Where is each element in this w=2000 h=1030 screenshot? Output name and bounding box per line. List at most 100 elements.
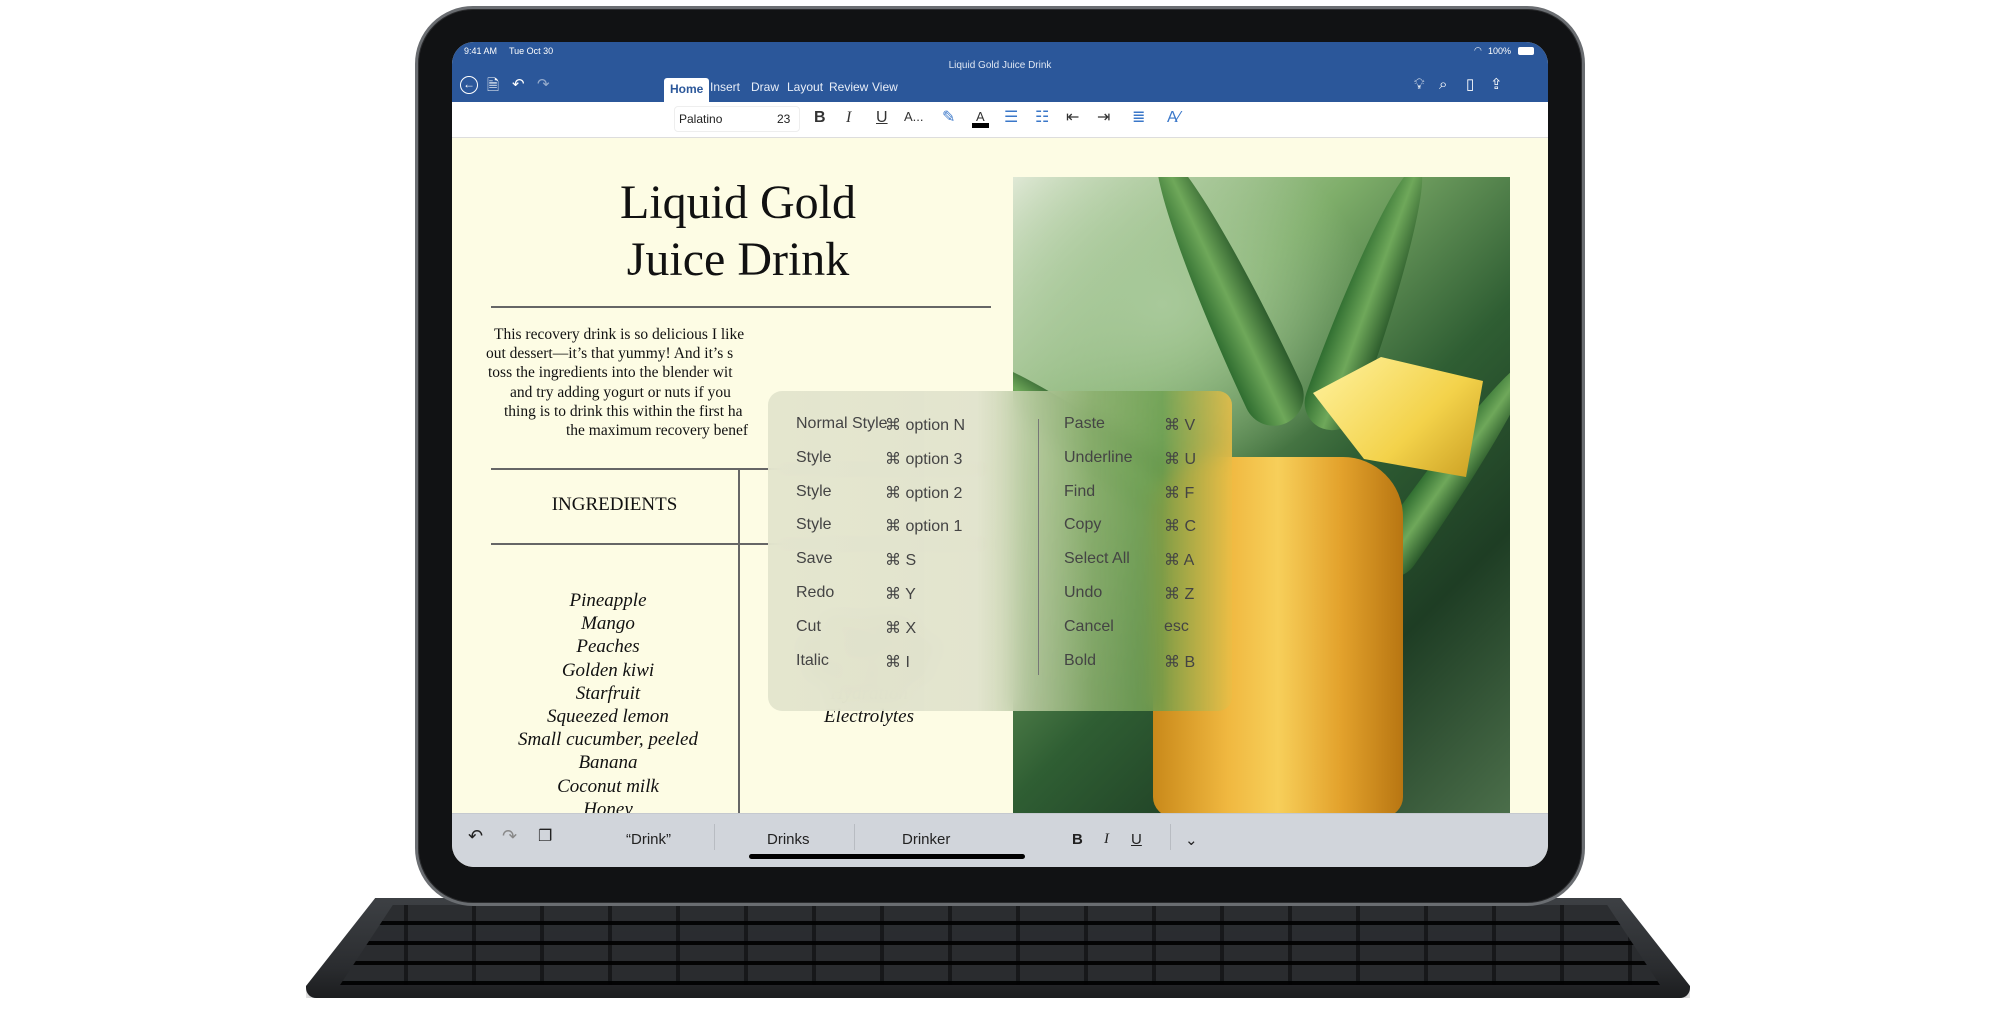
title-line: Liquid Gold — [620, 176, 856, 229]
ingredients-heading: INGREDIENTS — [551, 494, 678, 515]
ipad-screen: 9:41 AM Tue Oct 30 ◠ 100% Liquid Gold Ju… — [452, 42, 1548, 867]
file-icon[interactable]: 🗎 — [487, 78, 499, 93]
text-effects-button[interactable]: A... — [904, 110, 924, 123]
font-size[interactable]: 23 — [777, 112, 790, 126]
suggestion[interactable]: Drinker — [902, 831, 950, 848]
undo-icon[interactable]: ↶ — [468, 826, 483, 847]
wifi-icon: ◠ — [1474, 45, 1482, 55]
shortcut-keys: ⌘ Y — [885, 586, 916, 603]
font-picker[interactable]: Palatino 23 — [674, 106, 800, 132]
shortcut-keys: ⌘ option 2 — [885, 484, 963, 502]
tab-home[interactable]: Home — [664, 78, 710, 102]
shortcut-label: Style — [796, 482, 832, 500]
highlighter-icon[interactable]: ✎ — [942, 110, 955, 126]
ingredient-item: Banana — [578, 752, 638, 774]
ribbon-toolbar: Palatino 23 B I U A... ✎ A ☰ ☷ ⇤ ⇥ ≣ A⁄ — [452, 102, 1548, 138]
separator — [854, 824, 855, 850]
battery-icon — [1518, 47, 1534, 55]
shortcut-keys: ⌘ Z — [1164, 586, 1195, 603]
paragraph-line: toss the ingredients into the blender wi… — [488, 364, 733, 381]
shortcut-label: Redo — [796, 584, 835, 601]
redo-icon[interactable]: ↷ — [537, 77, 550, 92]
styles-icon[interactable]: A⁄ — [1167, 110, 1180, 126]
column-divider — [1038, 419, 1039, 675]
font-color-button[interactable]: A — [972, 110, 989, 128]
ingredient-item: Small cucumber, peeled — [518, 729, 698, 751]
undo-icon[interactable]: ↶ — [512, 77, 525, 92]
shortcut-label: Italic — [796, 651, 829, 669]
shortcut-label: Paste — [1064, 415, 1105, 432]
increase-indent-icon[interactable]: ⇥ — [1097, 110, 1110, 126]
tab-insert[interactable]: Insert — [710, 80, 740, 94]
suggestion[interactable]: Drinks — [767, 831, 810, 848]
shortcut-keys: ⌘ S — [885, 552, 917, 570]
font-name[interactable]: Palatino — [679, 112, 722, 126]
shortcut-bar: ↶ ↷ ❐ “Drink” Drinks Drinker B I U ⌄ — [452, 813, 1548, 867]
tab-layout[interactable]: Layout — [787, 80, 823, 94]
paragraph-line: This recovery drink is so delicious I li… — [494, 326, 745, 343]
tab-review[interactable]: Review — [829, 80, 868, 94]
shortcut-label: Cancel — [1064, 617, 1114, 635]
chevron-down-icon[interactable]: ⌄ — [1185, 831, 1198, 849]
ingredient-item: Golden kiwi — [561, 659, 655, 681]
shortcut-label: Normal Style — [796, 415, 888, 432]
shortcut-label: Style — [796, 516, 832, 534]
home-indicator[interactable] — [749, 854, 1025, 859]
tab-draw[interactable]: Draw — [751, 80, 779, 94]
underline-button[interactable]: U — [876, 110, 888, 126]
bold-button[interactable]: B — [1072, 831, 1083, 848]
keyboard-keys — [340, 905, 1660, 985]
redo-icon[interactable]: ↷ — [502, 826, 517, 847]
numbering-icon[interactable]: ☷ — [1035, 110, 1049, 126]
shortcut-label: Select All — [1064, 550, 1130, 568]
ingredient-item: Squeezed lemon — [547, 706, 669, 727]
ingredient-item: Starfruit — [575, 682, 641, 704]
shortcut-keys: ⌘ I — [885, 653, 910, 671]
shortcut-label: Underline — [1064, 448, 1133, 466]
phone-view-icon[interactable]: ▯ — [1466, 77, 1474, 92]
italic-button[interactable]: I — [1104, 831, 1109, 848]
shortcut-label: Style — [796, 448, 832, 466]
suggestion[interactable]: “Drink” — [626, 831, 671, 848]
shortcut-label: Undo — [1064, 584, 1103, 601]
shortcut-keys: ⌘ X — [885, 619, 917, 637]
separator — [1170, 824, 1171, 850]
paragraph-line: the maximum recovery benef — [566, 422, 749, 439]
share-icon[interactable]: ⇪ — [1490, 77, 1503, 92]
shortcut-keys: ⌘ option 1 — [885, 518, 963, 536]
battery-percent: 100% — [1488, 46, 1512, 56]
ingredient-item: Coconut milk — [557, 775, 659, 797]
keyboard-shortcuts-overlay: Normal Style ⌘ option N Style ⌘ option 3 Sty… — [768, 391, 1232, 711]
ingredient-item: Mango — [581, 613, 635, 635]
decrease-indent-icon[interactable]: ⇤ — [1066, 110, 1079, 126]
document-title: Liquid Gold Juice Drink — [948, 60, 1052, 71]
document-canvas[interactable]: Liquid Gold Juice Drink This recovery dr… — [452, 138, 1548, 820]
tab-view[interactable]: View — [872, 80, 898, 94]
bold-button[interactable]: B — [814, 110, 826, 126]
search-icon[interactable]: ⌕ — [1439, 77, 1447, 92]
shortcut-label: Save — [796, 550, 833, 568]
shortcut-keys: ⌘ C — [1164, 518, 1196, 536]
lightbulb-icon[interactable]: 💡︎ — [1414, 77, 1425, 92]
shortcut-keys: ⌘ option N — [885, 417, 966, 434]
paragraph-styles-icon[interactable]: ≣ — [1132, 110, 1145, 126]
shortcut-label: Bold — [1064, 651, 1097, 669]
shortcut-keys: esc — [1164, 617, 1189, 635]
status-date: Tue Oct 30 — [509, 46, 554, 56]
title-line: Juice Drink — [626, 233, 850, 286]
italic-button[interactable]: I — [846, 110, 851, 126]
underline-button[interactable]: U — [1131, 831, 1142, 848]
back-icon[interactable]: ← — [460, 76, 478, 94]
ingredient-item: Peaches — [576, 636, 640, 658]
paragraph-line: and try adding yogurt or nuts if you — [510, 384, 731, 401]
shortcut-keys: ⌘ option 3 — [885, 450, 963, 468]
status-time: 9:41 AM — [464, 46, 498, 56]
shortcut-keys: ⌘ V — [1164, 417, 1196, 434]
separator — [714, 824, 715, 850]
shortcut-keys: ⌘ A — [1164, 552, 1195, 570]
paragraph-line: out dessert—it’s that yummy! And it’s s — [486, 345, 734, 362]
bullets-icon[interactable]: ☰ — [1004, 110, 1018, 126]
shortcut-keys: ⌘ U — [1164, 450, 1196, 468]
shortcut-label: Find — [1064, 482, 1096, 500]
clipboard-icon[interactable]: ❐ — [538, 826, 552, 846]
